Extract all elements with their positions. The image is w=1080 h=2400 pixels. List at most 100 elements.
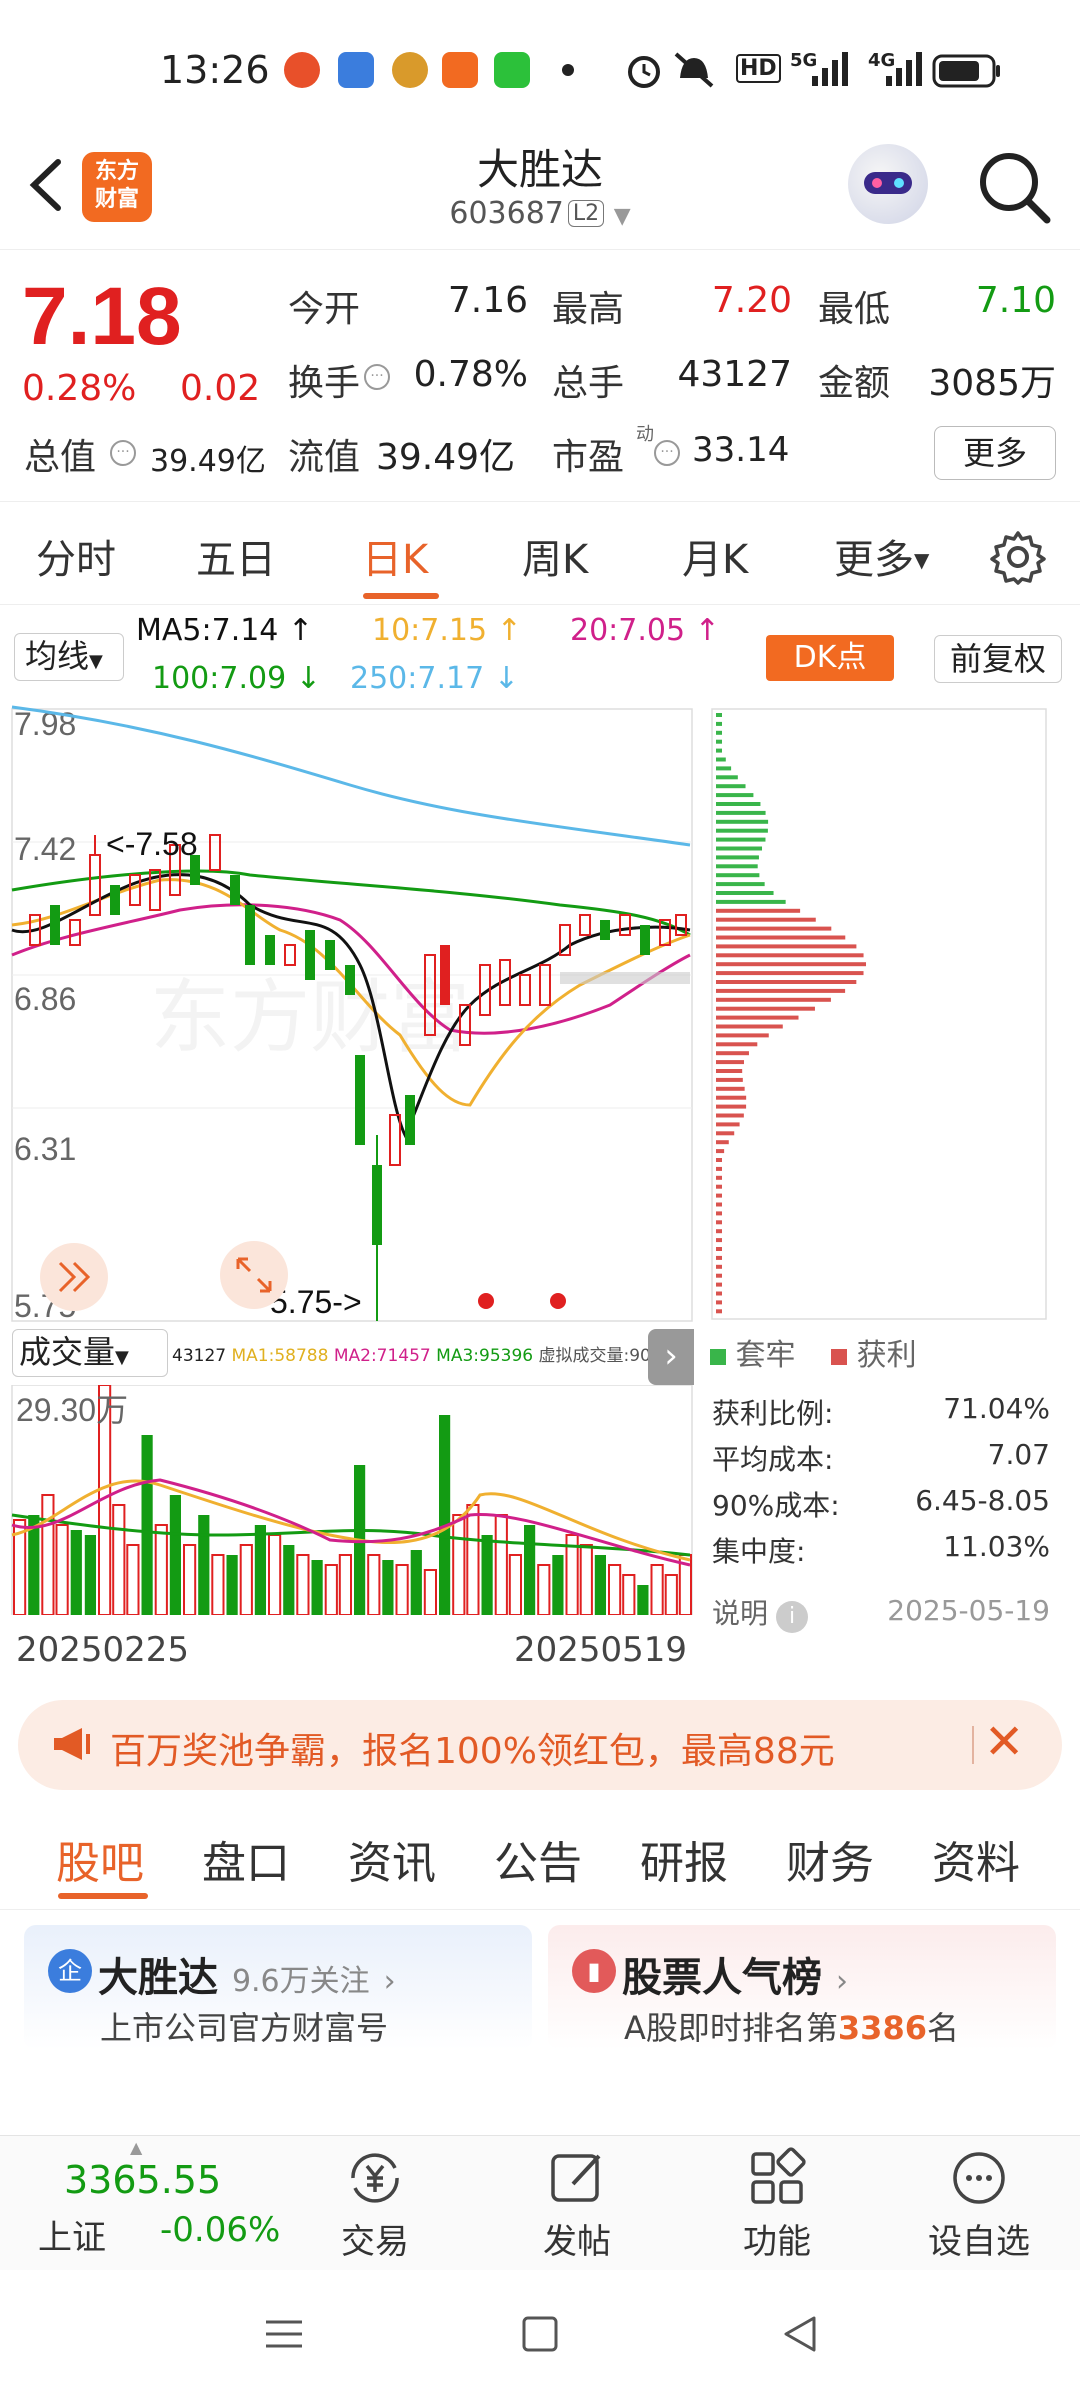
settings-gear-icon[interactable] — [990, 529, 1046, 585]
back-triangle-icon[interactable] — [780, 2314, 820, 2354]
index-name[interactable]: 上证 — [38, 2210, 106, 2259]
volume-bar — [466, 1504, 480, 1615]
chip-bar — [716, 899, 786, 904]
ma-select-dropdown[interactable]: 均线▼ — [14, 633, 124, 681]
volume-header: 成交量▼ 43127 MA1:58788 MA2:71457 MA3:95396… — [0, 1325, 700, 1385]
volume-bar — [382, 1560, 394, 1615]
concentration-label: 集中度: — [712, 1535, 806, 1568]
volume-bar — [524, 1525, 536, 1615]
chip-bar — [716, 908, 801, 913]
info-dots-icon[interactable]: ··· — [364, 364, 390, 390]
info-dots-icon[interactable]: ··· — [654, 440, 680, 466]
chip-bar — [716, 757, 726, 762]
tab-announcements[interactable]: 公告 — [494, 1827, 582, 1891]
rank-title: 股票人气榜 — [622, 1955, 822, 2001]
search-icon[interactable] — [975, 148, 1055, 228]
chip-bar — [716, 1006, 815, 1011]
tab-daily-k[interactable]: 日K — [362, 527, 428, 585]
kline-chart[interactable]: 东方财富 7.98 7.42 6.86 6.31 5.75 <-7.58 5.7… — [0, 705, 700, 1325]
ma10-label: 10:7.15 ↑ — [372, 613, 522, 648]
volume-legend-ma3: MA3:95396 — [436, 1346, 534, 1366]
volume-chart: 29.30万 — [11, 1385, 693, 1615]
chip-bar — [716, 730, 722, 735]
chip-bar — [716, 935, 846, 940]
volume-bar — [226, 1555, 238, 1615]
tab-financials[interactable]: 财务 — [786, 1827, 874, 1891]
tab-intraday[interactable]: 分时 — [36, 527, 116, 585]
app-notification-icon — [338, 52, 374, 88]
stock-code: 603687 — [449, 196, 564, 231]
market-cap-label: 总值 — [24, 437, 97, 478]
event-dot[interactable] — [478, 1293, 494, 1309]
adjust-mode-button[interactable]: 前复权 — [934, 635, 1062, 683]
yen-exchange-icon — [351, 2153, 399, 2203]
nav-post-button[interactable]: 发帖 — [502, 2136, 652, 2271]
ma-legend-row: 均线▼ MA5:7.14 ↑ 10:7.15 ↑ 20:7.05 ↑ 100:7… — [0, 605, 1080, 705]
tab-more-label: 更多 — [834, 537, 914, 583]
y-axis-label: 6.31 — [14, 1131, 76, 1167]
index-value[interactable]: 3365.55 — [64, 2158, 221, 2202]
profit-ratio-value: 71.04% — [943, 1392, 1050, 1425]
index-change[interactable]: -0.06% — [160, 2210, 280, 2250]
chevron-right-icon: › — [383, 1964, 396, 1999]
tab-monthly-k[interactable]: 月K — [682, 527, 748, 585]
nav-add-watchlist-button[interactable]: 设自选 — [904, 2136, 1054, 2271]
megaphone-icon — [54, 1728, 90, 1760]
ma250-label: 250:7.17 ↓ — [350, 661, 519, 696]
app-notification-icon — [392, 52, 428, 88]
promo-banner[interactable]: 百万奖池争霸，报名100%领红包，最高88元 ✕ — [18, 1700, 1062, 1790]
amount-value: 3085万 — [928, 363, 1056, 404]
y-axis-label: 7.42 — [14, 831, 76, 867]
rank-prefix: A股即时排名第 — [624, 2009, 838, 2047]
dk-point-button[interactable]: DK点 — [766, 635, 894, 681]
nav-functions-button[interactable]: 功能 — [702, 2136, 852, 2271]
chip-bar — [716, 891, 774, 895]
chip-bar — [716, 980, 857, 984]
more-quote-button[interactable]: 更多 — [934, 426, 1056, 480]
cost-90-label: 90%成本: — [712, 1489, 840, 1522]
tab-five-day[interactable]: 五日 — [196, 527, 276, 585]
nav-trade-label: 交易 — [341, 2222, 409, 2262]
nav-trade-button[interactable]: 交易 — [300, 2136, 450, 2271]
tab-weekly-k[interactable]: 周K — [522, 527, 588, 585]
home-icon[interactable] — [520, 2314, 560, 2354]
chip-bar — [716, 1175, 722, 1180]
event-dot[interactable] — [550, 1293, 566, 1309]
profit-ratio-label: 获利比例: — [712, 1397, 834, 1430]
scroll-forward-icon[interactable] — [40, 1243, 108, 1311]
tab-guba[interactable]: 股吧 — [56, 1827, 144, 1891]
popularity-rank-card[interactable]: ▮ 股票人气榜 › A股即时排名第3386名 — [548, 1925, 1056, 2050]
fullscreen-icon[interactable] — [220, 1241, 288, 1309]
profit-swatch — [831, 1349, 848, 1365]
nav-add-watchlist-label: 设自选 — [928, 2222, 1030, 2262]
tab-more[interactable]: 更多▼ — [834, 527, 929, 585]
company-official-card[interactable]: 企 大胜达 9.6万关注 › 上市公司官方财富号 — [24, 1925, 532, 2050]
tab-order-book[interactable]: 盘口 — [202, 1827, 290, 1891]
chip-bar — [716, 944, 857, 949]
volume-bar — [594, 1555, 606, 1615]
caret-down-icon: ▼ — [115, 1347, 129, 1368]
volume-bar — [154, 1524, 168, 1615]
assistant-robot-icon[interactable] — [848, 144, 928, 224]
expand-chevron-icon[interactable]: › — [648, 1329, 694, 1385]
rank-suffix: 名 — [926, 2009, 959, 2047]
profit-label: 获利 — [856, 1338, 917, 1373]
nav-post-label: 发帖 — [543, 2222, 611, 2262]
tab-research[interactable]: 研报 — [640, 1827, 728, 1891]
volume-select-dropdown[interactable]: 成交量▼ — [12, 1329, 168, 1377]
chip-note-link[interactable]: 说明 i — [712, 1592, 809, 1633]
tab-profile[interactable]: 资料 — [932, 1827, 1020, 1891]
chip-bar — [716, 1291, 722, 1296]
chip-bar — [716, 775, 738, 780]
menu-icon[interactable] — [262, 2314, 306, 2354]
tab-news[interactable]: 资讯 — [348, 1827, 436, 1891]
chip-bar — [716, 748, 722, 753]
close-icon[interactable]: ✕ — [984, 1714, 1024, 1770]
info-dots-icon[interactable]: ··· — [110, 440, 136, 466]
bottom-nav: ▲ 3365.55 上证 -0.06% 交易 发帖 功能 设自选 — [0, 2135, 1080, 2270]
volume-bar — [664, 1574, 678, 1615]
volume-bar — [84, 1535, 96, 1615]
volume-legend-ma1: MA1:58788 — [231, 1346, 329, 1366]
chip-frame — [711, 708, 1047, 1320]
open-label: 今开 — [288, 289, 361, 330]
